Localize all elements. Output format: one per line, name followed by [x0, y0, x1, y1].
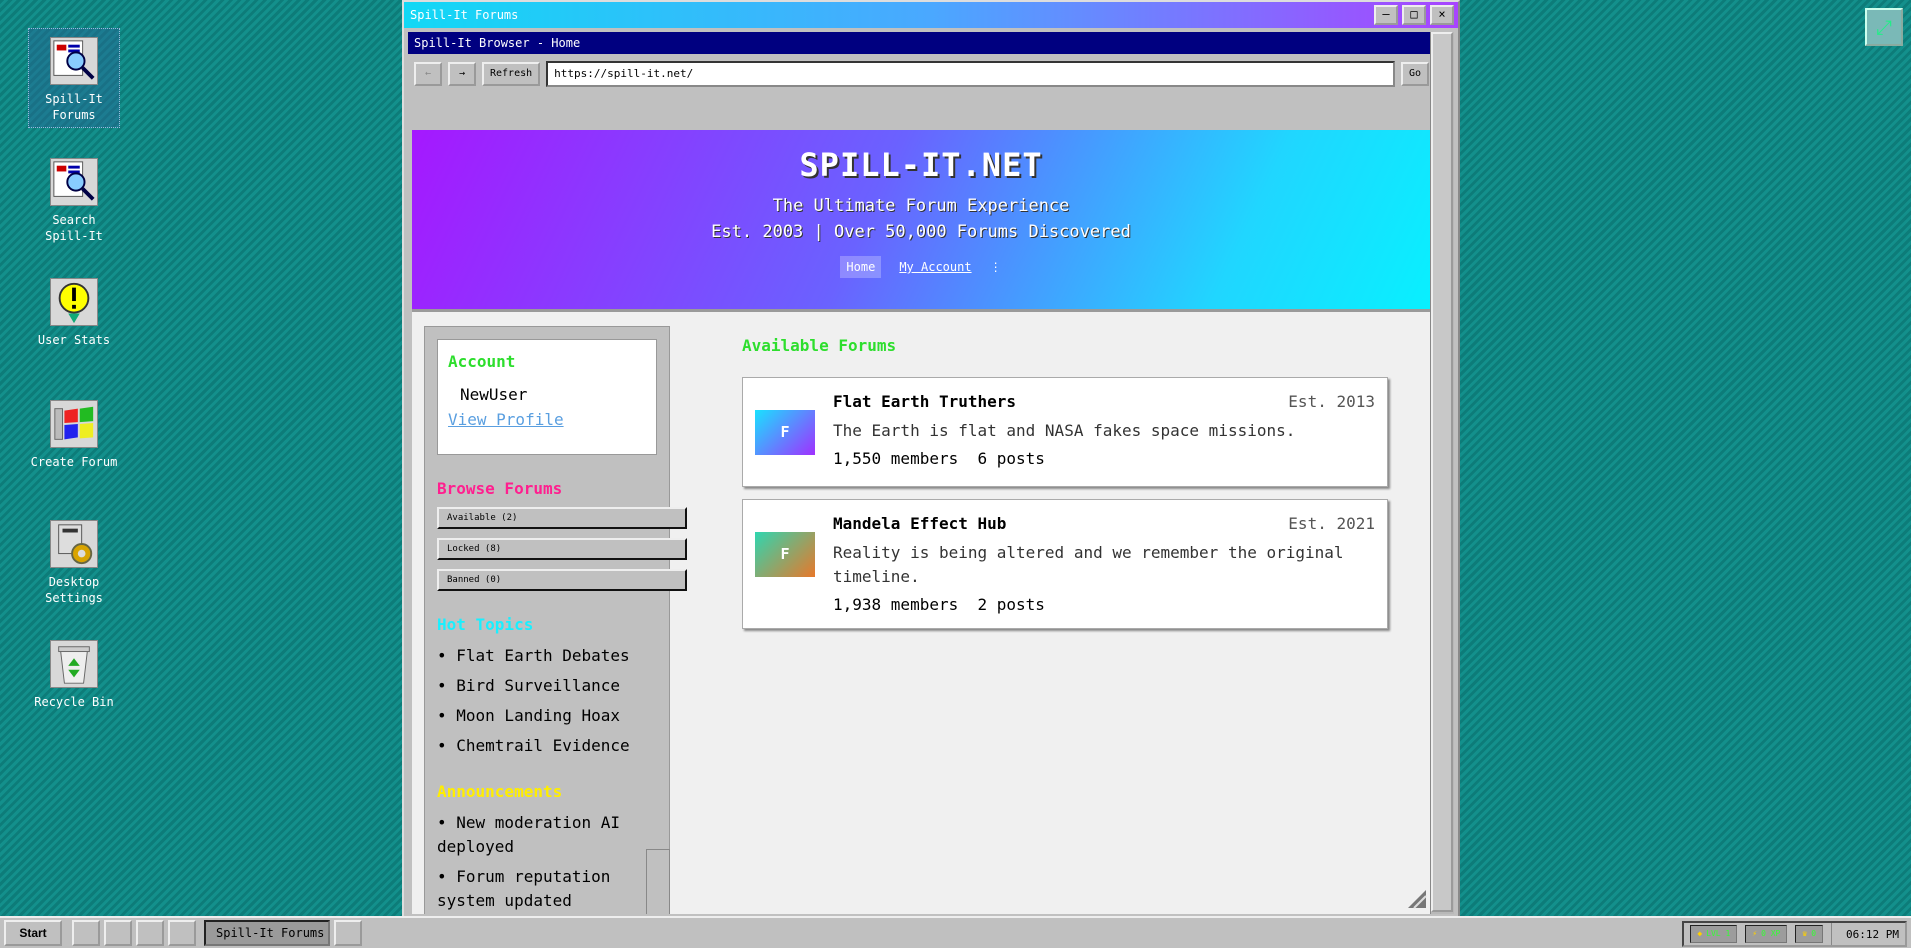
- level-indicator[interactable]: ◆ LVL 1: [1690, 925, 1738, 943]
- hot-topic-item: • Bird Surveillance: [437, 676, 621, 695]
- quick-launch-button[interactable]: [104, 920, 132, 946]
- windows-logo-icon: [50, 400, 98, 448]
- desktop-icon-desktop-settings[interactable]: Desktop Settings: [28, 512, 120, 610]
- settings-gear-icon: [50, 520, 98, 568]
- desktop-icon-label: Recycle Bin: [34, 695, 114, 709]
- go-button[interactable]: Go: [1400, 62, 1429, 86]
- window-scrollbar[interactable]: [1430, 32, 1454, 914]
- forward-button[interactable]: →: [448, 62, 476, 86]
- system-tray: ◆ LVL 1 ⚡ 0 XP ♛ 0 06:12 PM: [1682, 921, 1907, 947]
- hot-topic-item: • Moon Landing Hoax: [437, 706, 621, 725]
- browser-window: Spill-It Forums – □ × Spill-It Browser -…: [402, 0, 1460, 918]
- announcement-item: • New moderation AI deployed: [437, 813, 621, 856]
- forum-logo: F: [755, 532, 815, 577]
- site-nav: Home My Account ⋮: [412, 256, 1430, 278]
- taskbar-window-button[interactable]: Spill-It Forums: [204, 920, 330, 946]
- taskbar: Start Spill-It Forums ◆ LVL 1 ⚡ 0 XP ♛ 0 06…: [0, 916, 1911, 948]
- desktop-icon-user-stats[interactable]: User Stats: [28, 270, 120, 352]
- desktop-icon-label: Search Spill-It: [45, 213, 103, 243]
- hot-topics-heading: Hot Topics: [437, 615, 534, 634]
- browser-frame: Spill-It Browser - Home ← → Refresh http…: [408, 32, 1435, 914]
- desktop-icon-label: User Stats: [37, 333, 111, 347]
- desktop-icon-create-forum[interactable]: Create Forum: [28, 392, 120, 474]
- browse-forums-heading: Browse Forums: [437, 479, 563, 498]
- recycle-bin-icon: [50, 640, 98, 688]
- forum-card[interactable]: F Mandela Effect Hub Est. 2021 Reality i…: [742, 499, 1388, 629]
- magnifier-doc-icon: [50, 37, 98, 85]
- scrollbar-thumb[interactable]: [1431, 32, 1453, 912]
- hot-topic-item: • Flat Earth Debates: [437, 646, 630, 665]
- desktop-icon-label: Desktop Settings: [45, 575, 103, 605]
- clock: 06:12 PM: [1846, 927, 1899, 941]
- sidebar-scrollbar[interactable]: [646, 849, 670, 914]
- site-tagline: The Ultimate Forum Experience: [772, 196, 1070, 216]
- forum-logo: F: [755, 410, 815, 455]
- trophy-indicator[interactable]: ♛ 0: [1795, 925, 1824, 943]
- forum-description: Reality is being altered and we remember…: [833, 543, 1344, 586]
- announcements-heading: Announcements: [437, 782, 563, 801]
- desktop-icon-search-spill-it[interactable]: Search Spill-It: [28, 150, 120, 248]
- desktop-icon-label: Create Forum: [30, 455, 118, 469]
- view-profile-link[interactable]: View Profile: [448, 410, 646, 429]
- site-established: Est. 2003 | Over 50,000 Forums Discovere…: [711, 222, 1131, 242]
- main-content: Available Forums F Flat Earth Truthers E…: [742, 326, 1412, 629]
- hot-topic-item: • Chemtrail Evidence: [437, 736, 630, 755]
- tray-divider: [1831, 923, 1833, 945]
- xp-indicator[interactable]: ⚡ 0 XP: [1745, 925, 1788, 943]
- desktop-icon-spill-it-forums[interactable]: Spill-It Forums: [28, 28, 120, 128]
- site-header: SPILL-IT.NET The Ultimate Forum Experien…: [412, 130, 1430, 312]
- trophy-count: 0: [1811, 929, 1817, 938]
- navigation-bar: ← → Refresh https://spill-it.net/ Go: [408, 54, 1435, 94]
- desktop-icon-recycle-bin[interactable]: Recycle Bin: [28, 632, 120, 714]
- available-forums-button[interactable]: Available (2): [437, 507, 687, 529]
- nav-account-link[interactable]: My Account: [899, 260, 971, 274]
- exclamation-bulb-icon: [50, 278, 98, 326]
- trophy-icon: ♛: [1802, 929, 1808, 938]
- announcement-item: • Forum reputation system updated: [437, 867, 611, 910]
- forum-card[interactable]: F Flat Earth Truthers Est. 2013 The Eart…: [742, 377, 1388, 487]
- site-title: SPILL-IT.NET: [799, 146, 1043, 184]
- nav-home-link[interactable]: Home: [840, 256, 882, 278]
- more-menu-icon[interactable]: ⋮: [990, 260, 1002, 274]
- quick-launch-button[interactable]: [136, 920, 164, 946]
- desktop-icon-label: Spill-It Forums: [45, 92, 103, 122]
- url-input[interactable]: https://spill-it.net/: [546, 61, 1395, 87]
- forum-stats: 1,938 members 2 posts: [833, 595, 1045, 614]
- expand-icon[interactable]: ⤢: [1865, 8, 1903, 46]
- close-button[interactable]: ×: [1430, 5, 1454, 25]
- browser-title: Spill-It Browser - Home: [408, 32, 1435, 54]
- account-heading: Account: [448, 352, 516, 371]
- lightning-icon: ⚡: [1752, 929, 1758, 938]
- forum-stats: 1,550 members 6 posts: [833, 449, 1045, 468]
- window-title: Spill-It Forums: [410, 8, 519, 22]
- available-forums-heading: Available Forums: [742, 336, 897, 355]
- resize-grip-icon[interactable]: [1406, 888, 1428, 910]
- quick-launch-button[interactable]: [72, 920, 100, 946]
- magnifier-doc-icon: [50, 158, 98, 206]
- xp-label: 0 XP: [1761, 929, 1781, 938]
- locked-forums-button[interactable]: Locked (8): [437, 538, 687, 560]
- window-titlebar[interactable]: Spill-It Forums – □ ×: [404, 2, 1458, 28]
- account-panel: Account NewUser View Profile: [437, 339, 657, 455]
- banned-forums-button[interactable]: Banned (0): [437, 569, 687, 591]
- sidebar: Account NewUser View Profile Browse Foru…: [424, 326, 687, 914]
- start-button[interactable]: Start: [4, 920, 62, 946]
- back-button[interactable]: ←: [414, 62, 442, 86]
- quick-launch-button[interactable]: [168, 920, 196, 946]
- forum-established: Est. 2021: [1288, 514, 1375, 533]
- taskbar-empty-button[interactable]: [334, 920, 362, 946]
- forum-description: The Earth is flat and NASA fakes space m…: [833, 421, 1296, 440]
- minimize-button[interactable]: –: [1374, 5, 1398, 25]
- username: NewUser: [460, 385, 528, 404]
- refresh-button[interactable]: Refresh: [482, 62, 541, 86]
- web-page: SPILL-IT.NET The Ultimate Forum Experien…: [412, 130, 1430, 914]
- level-label: LVL 1: [1706, 929, 1731, 938]
- shield-icon: ◆: [1697, 929, 1703, 938]
- forum-established: Est. 2013: [1288, 392, 1375, 411]
- maximize-button[interactable]: □: [1402, 5, 1426, 25]
